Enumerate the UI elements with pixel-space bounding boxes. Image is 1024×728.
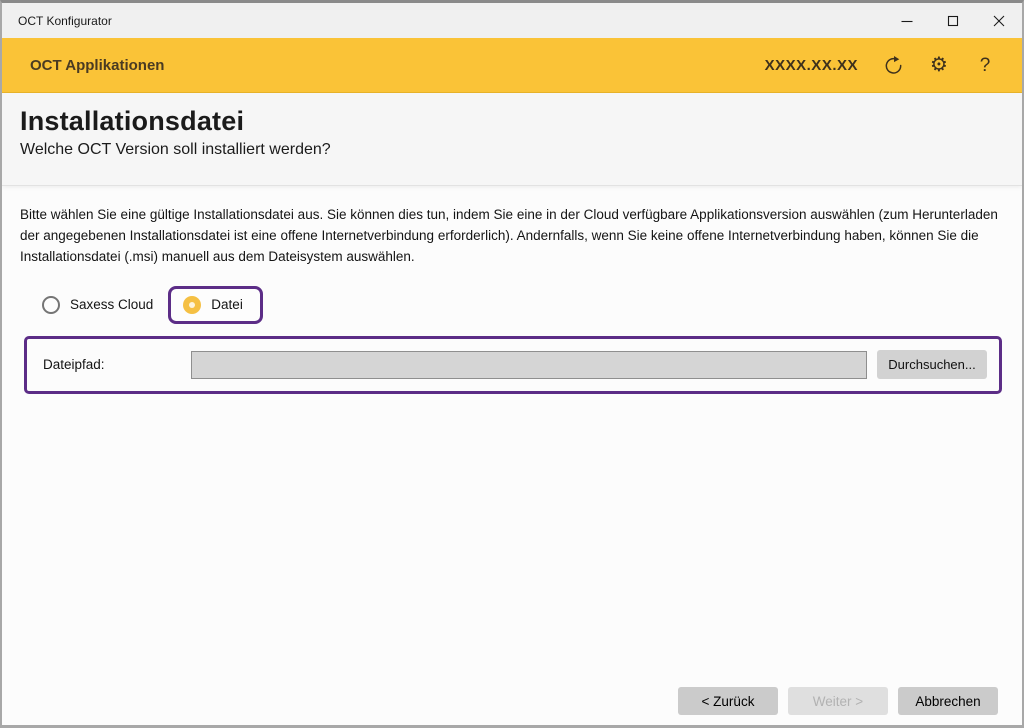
titlebar: OCT Konfigurator xyxy=(2,3,1022,38)
minimize-button[interactable] xyxy=(884,3,930,38)
page-title: Installationsdatei xyxy=(20,106,1004,137)
gear-icon[interactable]: ⚙ xyxy=(928,54,950,76)
radio-option-datei[interactable]: Datei xyxy=(183,296,243,314)
filepath-label: Dateipfad: xyxy=(43,357,191,372)
close-icon xyxy=(993,15,1005,27)
help-icon[interactable]: ? xyxy=(974,54,996,76)
radio-label: Datei xyxy=(211,297,243,312)
page-header: Installationsdatei Welche OCT Version so… xyxy=(2,93,1022,186)
app-window: OCT Konfigurator OCT Applikationen X xyxy=(0,0,1024,728)
browse-button[interactable]: Durchsuchen... xyxy=(877,350,987,379)
source-radio-group: Saxess Cloud Datei xyxy=(42,285,998,325)
radio-option-saxess-cloud[interactable]: Saxess Cloud xyxy=(42,296,153,314)
refresh-icon[interactable] xyxy=(882,54,904,76)
radio-unselected-icon xyxy=(42,296,60,314)
cancel-button[interactable]: Abbrechen xyxy=(898,687,998,715)
radio-option-datei-focus-box: Datei xyxy=(168,286,263,324)
radio-selected-icon xyxy=(183,296,201,314)
close-button[interactable] xyxy=(976,3,1022,38)
filepath-group: Dateipfad: Durchsuchen... xyxy=(24,336,1002,394)
maximize-icon xyxy=(947,15,959,27)
back-button[interactable]: < Zurück xyxy=(678,687,778,715)
window-title: OCT Konfigurator xyxy=(2,14,112,28)
main-content: Bitte wählen Sie eine gültige Installati… xyxy=(2,186,1022,725)
appbar-actions: XXXX.XX.XX ⚙ ? xyxy=(765,54,996,76)
version-label: XXXX.XX.XX xyxy=(765,57,858,74)
filepath-input[interactable] xyxy=(191,351,867,379)
minimize-icon xyxy=(901,15,913,27)
radio-label: Saxess Cloud xyxy=(70,297,153,312)
window-controls xyxy=(884,3,1022,38)
page-subtitle: Welche OCT Version soll installiert werd… xyxy=(20,141,1004,159)
app-title: OCT Applikationen xyxy=(30,57,164,74)
app-header-bar: OCT Applikationen XXXX.XX.XX ⚙ ? xyxy=(2,38,1022,93)
instruction-text: Bitte wählen Sie eine gültige Installati… xyxy=(20,205,998,268)
maximize-button[interactable] xyxy=(930,3,976,38)
next-button[interactable]: Weiter > xyxy=(788,687,888,715)
wizard-nav-buttons: < Zurück Weiter > Abbrechen xyxy=(678,687,998,715)
